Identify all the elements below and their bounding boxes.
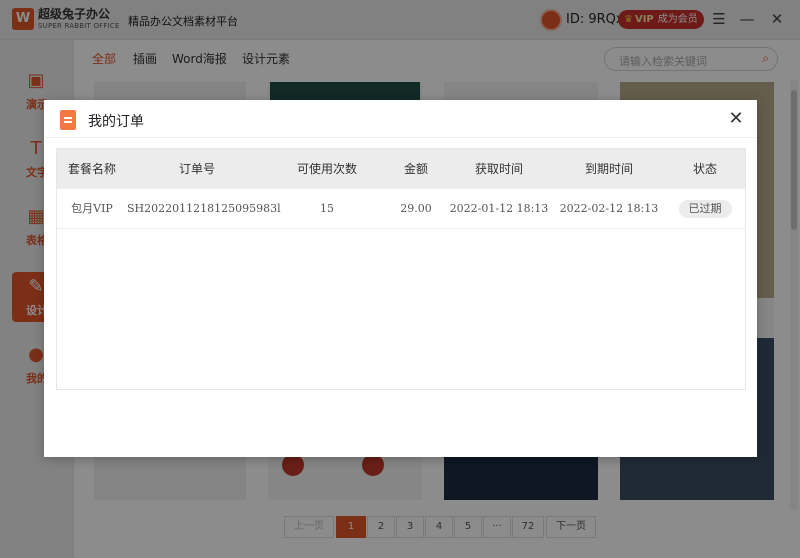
- column-header: 套餐名称: [67, 162, 116, 176]
- status-badge: 已过期: [678, 200, 732, 218]
- document-icon: [60, 110, 76, 130]
- cell-acquired: 2022-01-12 18:13: [449, 202, 549, 215]
- dialog-header: 我的订单 ✕: [44, 100, 757, 138]
- orders-dialog: 我的订单 ✕ 套餐名称 订单号 可使用次数 金额 获取时间 到期时间 状态 包月…: [44, 100, 757, 457]
- table-header: 套餐名称 订单号 可使用次数 金额 获取时间 到期时间 状态: [57, 149, 745, 189]
- column-header: 状态: [692, 162, 717, 176]
- dialog-title: 我的订单: [88, 114, 144, 130]
- cell-uses: 15: [320, 202, 334, 215]
- cell-order-no: SH2022011218125095983l: [127, 202, 281, 215]
- column-header: 金额: [403, 162, 428, 176]
- cell-package: 包月VIP: [71, 202, 113, 215]
- cell-expires: 2022-02-12 18:13: [559, 202, 659, 215]
- column-header: 到期时间: [584, 162, 633, 176]
- column-header: 可使用次数: [296, 162, 357, 176]
- table-row: 包月VIP SH2022011218125095983l 15 29.00 20…: [57, 189, 745, 229]
- column-header: 获取时间: [474, 162, 523, 176]
- orders-table: 套餐名称 订单号 可使用次数 金额 获取时间 到期时间 状态 包月VIP SH2…: [56, 148, 746, 390]
- column-header: 订单号: [178, 162, 215, 176]
- cell-amount: 29.00: [400, 202, 432, 215]
- close-icon[interactable]: ✕: [725, 108, 747, 130]
- cell-status: 已过期: [665, 189, 745, 229]
